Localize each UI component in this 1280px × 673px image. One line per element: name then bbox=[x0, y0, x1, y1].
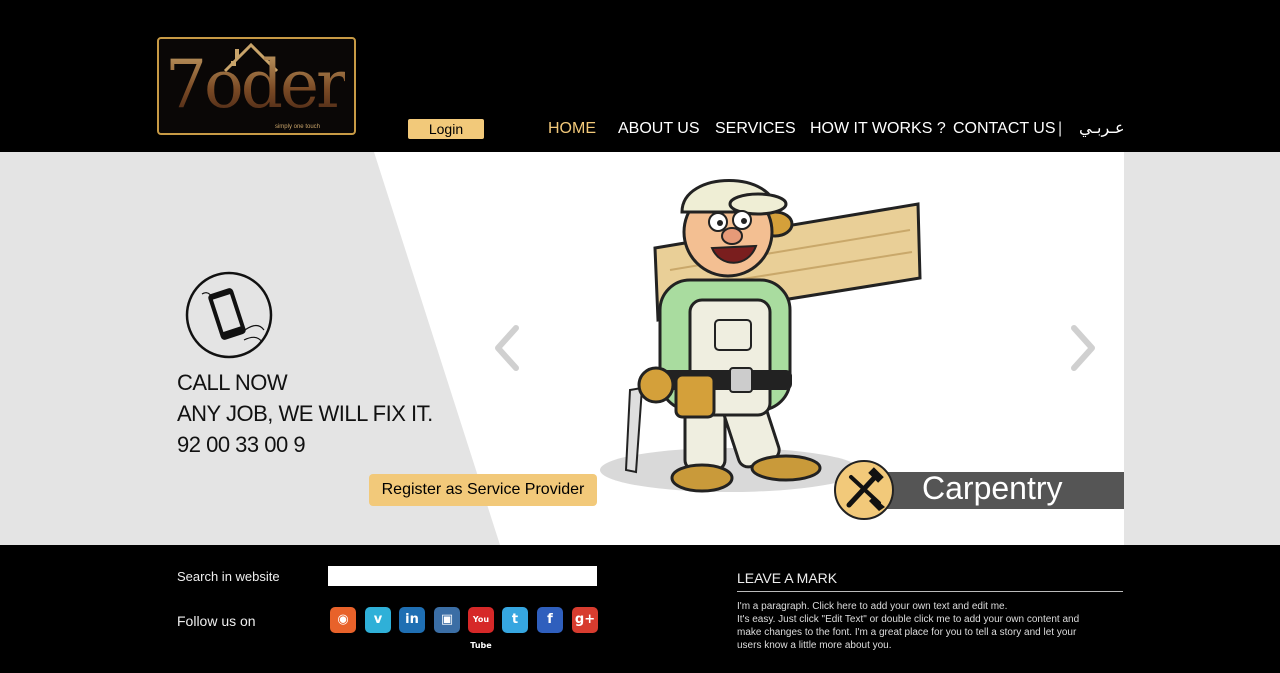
leave-a-mark-paragraph-1: I'm a paragraph. Click here to add your … bbox=[737, 601, 1008, 612]
linkedin-icon[interactable]: in bbox=[399, 607, 425, 633]
nav-about-us[interactable]: ABOUT US bbox=[618, 119, 700, 139]
logo-tagline: simply one touch bbox=[274, 124, 320, 130]
nav-contact-us[interactable]: CONTACT US bbox=[953, 119, 1056, 139]
rss-icon[interactable]: ◉ bbox=[330, 607, 356, 633]
search-label: Search in website bbox=[177, 569, 280, 584]
twitter-icon[interactable]: t bbox=[502, 607, 528, 633]
instagram-icon[interactable]: ▣ bbox=[434, 607, 460, 633]
nav-services[interactable]: SERVICES bbox=[715, 119, 796, 139]
nav-home[interactable]: HOME bbox=[548, 119, 596, 139]
nav-separator: | bbox=[1058, 120, 1063, 137]
site-footer: Search in website Follow us on ◉ v in ▣ … bbox=[0, 545, 1280, 673]
brand-logo[interactable]: 7oder simply one touch bbox=[157, 37, 356, 135]
vimeo-icon[interactable]: v bbox=[365, 607, 391, 633]
google-plus-icon[interactable]: g+ bbox=[572, 607, 598, 633]
chevron-right-icon[interactable] bbox=[1066, 322, 1100, 374]
facebook-icon[interactable]: f bbox=[537, 607, 563, 633]
leave-a-mark-title: LEAVE A MARK bbox=[737, 570, 838, 586]
leave-a-mark-divider bbox=[737, 591, 1123, 592]
hero-banner: CALL NOW ANY JOB, WE WILL FIX IT. 92 00 … bbox=[0, 152, 1280, 545]
nav-how-it-works[interactable]: HOW IT WORKS ? bbox=[810, 119, 946, 139]
register-service-provider-button[interactable]: Register as Service Provider bbox=[369, 474, 597, 506]
follow-us-label: Follow us on bbox=[177, 613, 256, 629]
phone-call-icon bbox=[185, 271, 273, 359]
chevron-left-icon[interactable] bbox=[490, 322, 524, 374]
site-header: 7oder simply one touch Login HOME ABOUT … bbox=[0, 0, 1280, 152]
logo-wordmark: 7oder bbox=[165, 46, 348, 123]
carpentry-tools-icon bbox=[834, 460, 894, 520]
carpenter-illustration bbox=[600, 179, 922, 493]
hero-side-panel bbox=[1124, 152, 1280, 545]
cta-call-now: CALL NOW bbox=[177, 370, 288, 395]
search-input[interactable] bbox=[328, 566, 597, 586]
cta-tagline: ANY JOB, WE WILL FIX IT. bbox=[177, 401, 433, 426]
youtube-icon[interactable]: You Tube bbox=[468, 607, 494, 650]
service-name: Carpentry bbox=[922, 470, 1063, 506]
cta-phone-number[interactable]: 92 00 33 00 9 bbox=[177, 432, 306, 458]
login-button[interactable]: Login bbox=[408, 119, 484, 139]
leave-a-mark-paragraph-2: It's easy. Just click "Edit Text" or dou… bbox=[737, 614, 1080, 651]
nav-arabic-language[interactable]: عـربـي bbox=[1079, 119, 1125, 139]
